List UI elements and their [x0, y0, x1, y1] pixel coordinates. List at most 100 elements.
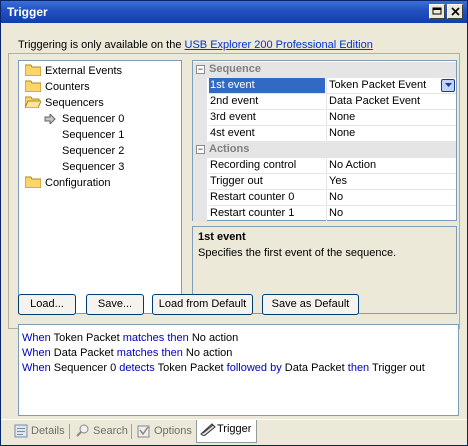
load-default-button[interactable]: Load from Default: [152, 294, 253, 315]
row-gutter: [193, 158, 207, 174]
search-icon: [76, 424, 89, 437]
property-row-trigger-out[interactable]: Trigger out Yes: [193, 174, 456, 190]
window-title: Trigger: [7, 5, 48, 19]
property-name: Trigger out: [209, 174, 325, 190]
close-button[interactable]: [447, 4, 463, 19]
property-name: Restart counter 0: [209, 190, 325, 206]
rules-summary: When Token Packet matches then No action…: [18, 324, 459, 416]
property-value[interactable]: No Action: [326, 158, 456, 174]
tree-item-sequencer-1[interactable]: Sequencer 1: [62, 127, 124, 143]
rule-line: When Data Packet matches then No action: [22, 346, 232, 360]
tree-item-label: Sequencer 1: [62, 129, 125, 141]
details-icon: [14, 424, 28, 438]
rule-term: No action: [188, 332, 239, 344]
collapse-icon[interactable]: −: [196, 145, 205, 154]
tab-details[interactable]: Details: [11, 422, 65, 442]
property-value[interactable]: No: [326, 190, 456, 206]
rule-term: Token Packet: [154, 362, 227, 374]
rule-keyword: matches: [122, 332, 165, 344]
property-name: Restart counter 1: [209, 206, 325, 222]
rule-term: Sequencer 0: [50, 362, 120, 374]
arrow-right-icon: [44, 114, 56, 124]
rule-keyword: When: [22, 332, 51, 344]
description-text: Specifies the first event of the sequenc…: [198, 247, 397, 259]
tab-search[interactable]: Search: [73, 422, 128, 442]
load-button-label: Load...: [30, 298, 64, 310]
save-default-button[interactable]: Save as Default: [262, 294, 359, 315]
folder-icon: [25, 80, 41, 92]
edition-link[interactable]: USB Explorer 200 Professional Edition: [185, 39, 373, 51]
rule-keyword: followed by: [226, 362, 282, 374]
property-name: 3rd event: [209, 110, 325, 126]
trigger-tree[interactable]: External Events Counters Sequencers Sequ…: [18, 60, 182, 314]
dropdown-button[interactable]: [441, 79, 455, 92]
save-button[interactable]: Save...: [86, 294, 144, 315]
folder-icon: [25, 64, 41, 76]
property-row-3rd-event[interactable]: 3rd event None: [193, 110, 456, 126]
rule-keyword: When: [22, 362, 51, 374]
edition-notice: Triggering is only available on the USB …: [18, 39, 373, 51]
folder-icon: [25, 176, 41, 188]
property-grid[interactable]: − Sequence 1st event Token Packet Event …: [192, 60, 457, 222]
tree-item-label: Configuration: [45, 177, 111, 189]
tree-item-counters[interactable]: Counters: [25, 79, 90, 95]
tab-separator: [131, 424, 132, 439]
tree-item-sequencer-2[interactable]: Sequencer 2: [62, 143, 124, 159]
load-button[interactable]: Load...: [18, 294, 76, 315]
tree-item-label: External Events: [45, 65, 123, 77]
tree-item-configuration[interactable]: Configuration: [25, 175, 110, 191]
save-button-label: Save...: [97, 298, 133, 310]
rule-term: Data Packet: [50, 347, 117, 359]
property-name: 2nd event: [209, 94, 325, 110]
tab-label: Options: [154, 425, 192, 437]
pin-icon: [432, 7, 442, 15]
property-row-restart-counter-1[interactable]: Restart counter 1 No: [193, 206, 456, 222]
rule-keyword: When: [22, 347, 51, 359]
property-row-recording-control[interactable]: Recording control No Action: [193, 158, 456, 174]
rule-keyword: matches: [116, 347, 159, 359]
chevron-down-icon: [444, 83, 452, 87]
property-name: Recording control: [209, 158, 325, 174]
trigger-icon: [200, 423, 216, 436]
property-value[interactable]: Data Packet Event: [326, 94, 456, 110]
collapse-icon[interactable]: −: [196, 65, 205, 74]
property-value-text: Token Packet Event: [329, 79, 427, 91]
category-sequence[interactable]: − Sequence: [193, 62, 456, 78]
load-default-button-label: Load from Default: [158, 298, 247, 310]
tree-item-label: Sequencer 0: [62, 113, 125, 125]
folder-open-icon: [25, 96, 41, 108]
tree-item-label: Sequencer 3: [62, 161, 125, 173]
pin-button[interactable]: [429, 4, 445, 19]
title-bar[interactable]: Trigger: [1, 1, 467, 23]
property-row-restart-counter-0[interactable]: Restart counter 0 No: [193, 190, 456, 206]
property-value[interactable]: None: [326, 110, 456, 126]
property-value[interactable]: None: [326, 126, 456, 142]
tab-strip: Details Search Options Trigger: [1, 419, 467, 445]
options-icon: [137, 425, 150, 438]
property-row-1st-event[interactable]: 1st event Token Packet Event: [193, 78, 456, 94]
category-actions[interactable]: − Actions: [193, 142, 456, 158]
tree-item-sequencer-3[interactable]: Sequencer 3: [62, 159, 124, 175]
rule-keyword: then: [167, 332, 189, 344]
close-icon: [450, 7, 460, 16]
rule-term: No action: [182, 347, 233, 359]
rule-keyword: then: [347, 362, 370, 374]
property-row-2nd-event[interactable]: 2nd event Data Packet Event: [193, 94, 456, 110]
property-value[interactable]: Token Packet Event: [326, 78, 456, 94]
tree-item-external-events[interactable]: External Events: [25, 63, 122, 79]
tab-label: Trigger: [217, 423, 252, 435]
tree-item-sequencer-0[interactable]: Sequencer 0: [44, 111, 125, 127]
rule-line: When Sequencer 0 detects Token Packet fo…: [22, 361, 425, 375]
property-value[interactable]: Yes: [326, 174, 456, 190]
row-gutter: [193, 94, 207, 110]
row-gutter: [193, 110, 207, 126]
tab-separator: [69, 424, 70, 439]
property-name: 1st event: [209, 78, 325, 94]
tab-options[interactable]: Options: [134, 422, 192, 442]
property-value[interactable]: No: [326, 206, 456, 222]
tree-item-sequencers[interactable]: Sequencers: [25, 95, 104, 111]
property-row-4st-event[interactable]: 4st event None: [193, 126, 456, 142]
tab-trigger[interactable]: Trigger: [196, 420, 257, 443]
row-gutter: [193, 78, 207, 94]
description-title: 1st event: [198, 231, 246, 243]
